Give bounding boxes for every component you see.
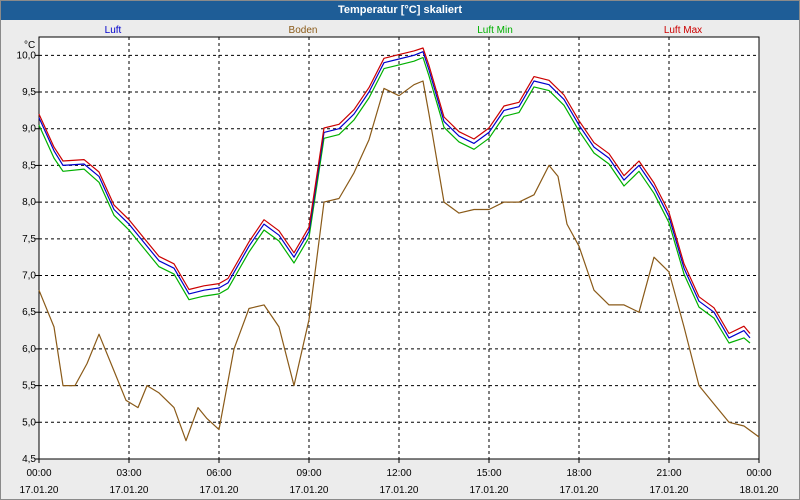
y-tick-label: 10,0 [17,50,37,61]
x-tick-time: 18:00 [566,468,591,479]
x-tick-date: 17.01.20 [200,485,239,496]
y-tick-label: 7,5 [22,234,36,245]
y-tick-label: 6,0 [22,344,36,355]
y-tick-label: 6,5 [22,307,36,318]
legend-item-boden: Boden [289,25,318,36]
y-tick-label: 5,5 [22,381,36,392]
y-axis: 4,5 5,0 5,5 6,0 6,5 7,0 7,5 8,0 8,5 9,0 9,5 10,0 [17,50,39,465]
x-tick-date: 17.01.20 [380,485,419,496]
y-tick-label: 8,5 [22,160,36,171]
x-tick-time: 03:00 [116,468,141,479]
y-tick-label: 9,0 [22,124,36,135]
x-tick-date: 17.01.20 [560,485,599,496]
x-tick-date: 17.01.20 [110,485,149,496]
x-tick-date: 17.01.20 [290,485,329,496]
x-tick-date: 17.01.20 [650,485,689,496]
y-tick-label: 4,5 [22,454,36,465]
legend-item-luft-max: Luft Max [664,25,702,36]
x-axis: 00:00 17.01.20 03:00 17.01.20 06:00 17.01.20 0… [20,459,779,496]
x-tick-time: 06:00 [206,468,231,479]
y-tick-label: 9,5 [22,87,36,98]
x-tick-time: 09:00 [296,468,321,479]
y-tick-label: 5,0 [22,417,36,428]
y-tick-label: 8,0 [22,197,36,208]
x-tick-time: 12:00 [386,468,411,479]
x-tick-time: 21:00 [656,468,681,479]
x-tick-date: 18.01.20 [740,485,779,496]
x-tick-time: 00:00 [26,468,51,479]
x-tick-time: 15:00 [476,468,501,479]
legend-item-luft: Luft [105,25,122,36]
y-axis-unit: °C [24,40,35,51]
y-tick-label: 7,0 [22,271,36,282]
x-tick-time: 00:00 [746,468,771,479]
legend: Luft Boden Luft Min Luft Max [105,25,703,36]
x-tick-date: 17.01.20 [20,485,59,496]
line-chart: 4,5 5,0 5,5 6,0 6,5 7,0 7,5 8,0 8,5 9,0 9,5 10,0 00… [17,25,779,496]
legend-item-luft-min: Luft Min [477,25,513,36]
x-tick-date: 17.01.20 [470,485,509,496]
